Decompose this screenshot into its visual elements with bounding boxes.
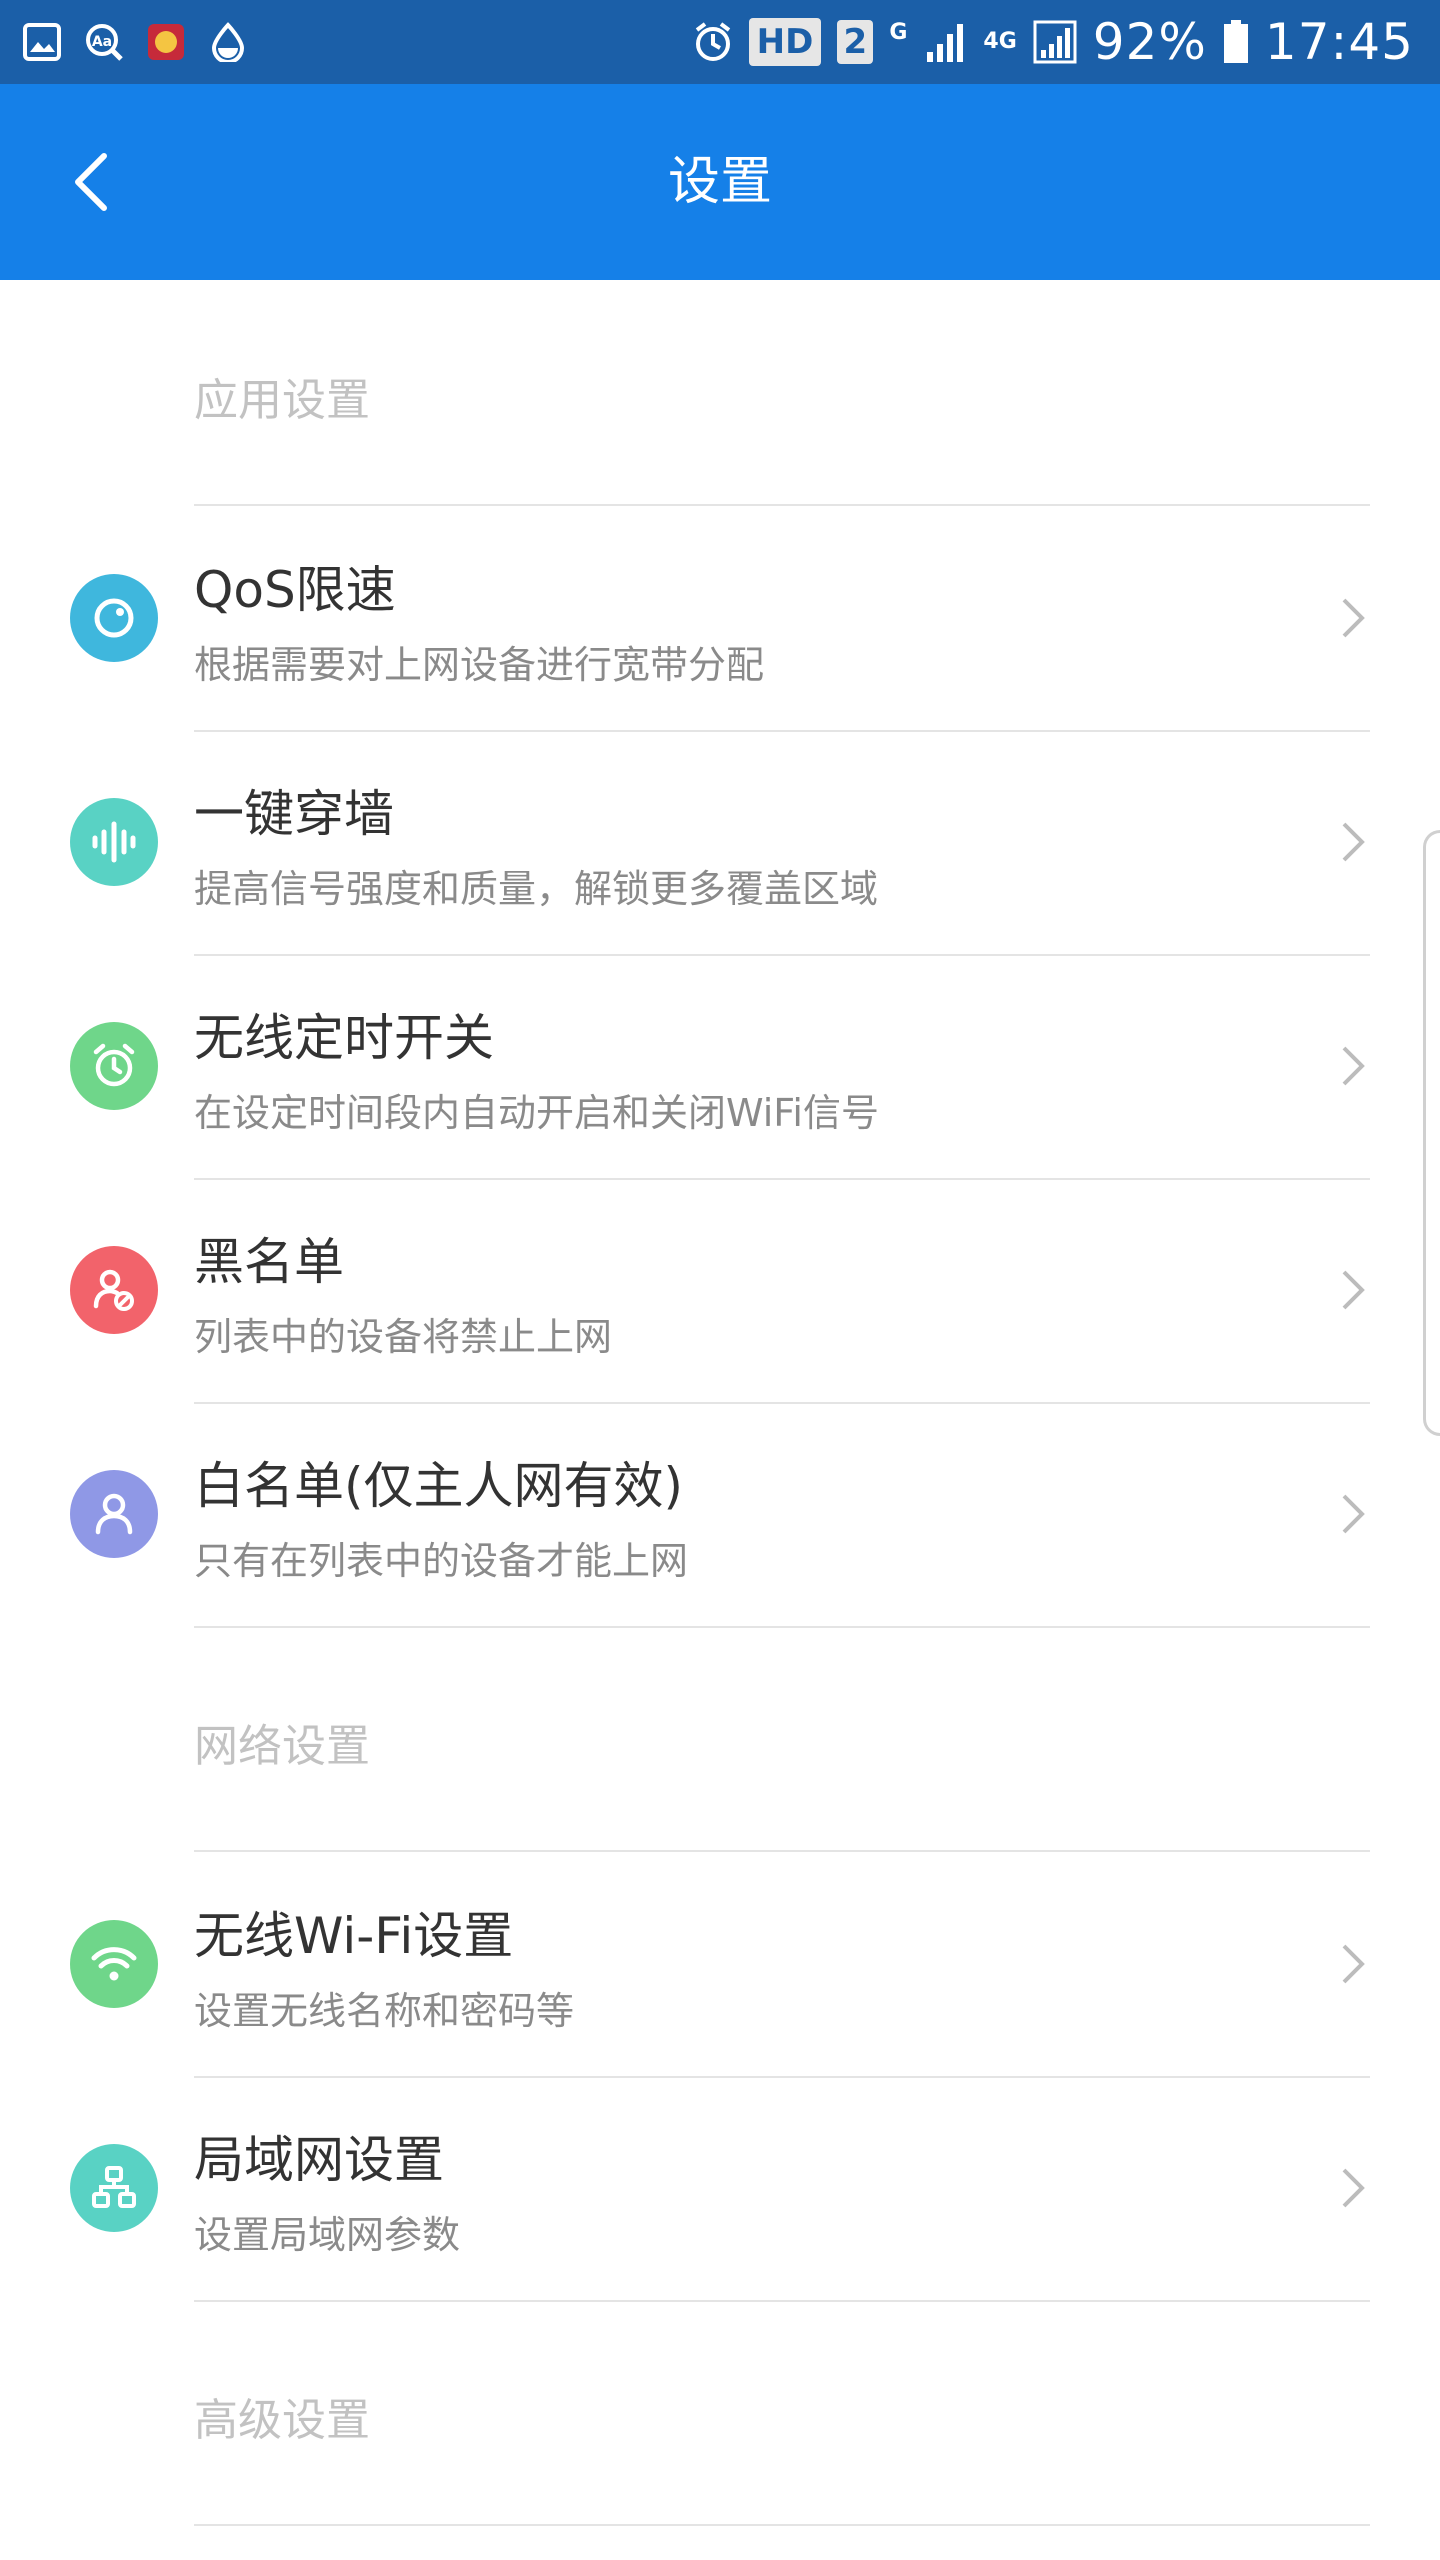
item-title: 局域网设置 bbox=[194, 2131, 444, 2189]
page-title: 设置 bbox=[667, 152, 772, 212]
battery-percent: 92% bbox=[1092, 13, 1207, 71]
chevron-right-icon bbox=[1342, 822, 1365, 862]
gallery-icon bbox=[23, 23, 61, 61]
item-subtitle: 根据需要对上网设备进行宽带分配 bbox=[194, 643, 765, 687]
edge-panel-handle[interactable] bbox=[1423, 830, 1440, 1436]
row-body: 局域网设置 设置局域网参数 bbox=[194, 2076, 1370, 2302]
section-header-label: 应用设置 bbox=[194, 375, 370, 426]
chevron-right-icon bbox=[1342, 1046, 1365, 1086]
settings-item-wall-penetration[interactable]: 一键穿墙 提高信号强度和质量，解锁更多覆盖区域 bbox=[0, 730, 1440, 956]
alarm-clock-icon bbox=[93, 1043, 135, 1087]
speed-dial-icon bbox=[94, 598, 134, 638]
sim-badge: 2 bbox=[837, 20, 874, 64]
item-subtitle: 列表中的设备将禁止上网 bbox=[194, 1315, 613, 1359]
qos-icon-circle bbox=[70, 574, 158, 662]
item-title: 无线Wi-Fi设置 bbox=[194, 1907, 514, 1965]
settings-item-whitelist[interactable]: 白名单(仅主人网有效) 只有在列表中的设备才能上网 bbox=[0, 1402, 1440, 1628]
signal-wave-icon bbox=[92, 821, 136, 863]
item-subtitle: 提高信号强度和质量，解锁更多覆盖区域 bbox=[194, 867, 879, 911]
item-title: QoS限速 bbox=[194, 561, 396, 619]
settings-item-blacklist[interactable]: 黑名单 列表中的设备将禁止上网 bbox=[0, 1178, 1440, 1404]
settings-list: 应用设置 QoS限速 根据需要对上网设备进行宽带分配 一键穿墙 提高信号强度和质… bbox=[0, 280, 1440, 2526]
row-body: 一键穿墙 提高信号强度和质量，解锁更多覆盖区域 bbox=[194, 730, 1370, 956]
status-right-icons: HD 2 G 4G 92% 17:45 bbox=[693, 10, 1414, 74]
network-type-label: 4G bbox=[983, 29, 1017, 54]
alarm-icon bbox=[695, 22, 730, 61]
chevron-right-icon bbox=[1342, 1494, 1365, 1534]
section-header-label: 网络设置 bbox=[194, 1721, 370, 1772]
status-left-icons: Aa bbox=[22, 14, 248, 70]
lan-icon-circle bbox=[70, 2144, 158, 2232]
section-header-network: 网络设置 bbox=[194, 1626, 1370, 1852]
signal-2-icon bbox=[1033, 20, 1077, 64]
aa-icon: Aa bbox=[86, 24, 123, 61]
section-header-advanced: 高级设置 bbox=[194, 2300, 1370, 2526]
user-block-icon bbox=[93, 1269, 134, 1311]
item-title: 白名单(仅主人网有效) bbox=[194, 1457, 684, 1515]
settings-item-wifi[interactable]: 无线Wi-Fi设置 设置无线名称和密码等 bbox=[0, 1852, 1440, 2078]
row-body: QoS限速 根据需要对上网设备进行宽带分配 bbox=[194, 506, 1370, 732]
battery-icon bbox=[1223, 20, 1248, 63]
blacklist-icon-circle bbox=[70, 1246, 158, 1334]
drop-icon bbox=[211, 22, 245, 62]
timer-icon-circle bbox=[70, 1022, 158, 1110]
item-subtitle: 在设定时间段内自动开启和关闭WiFi信号 bbox=[194, 1091, 879, 1135]
row-body: 白名单(仅主人网有效) 只有在列表中的设备才能上网 bbox=[194, 1402, 1370, 1628]
chevron-left-icon bbox=[75, 153, 107, 211]
wall-icon-circle bbox=[70, 798, 158, 886]
signal-icon bbox=[927, 24, 964, 62]
settings-item-qos[interactable]: QoS限速 根据需要对上网设备进行宽带分配 bbox=[0, 506, 1440, 732]
wifi-icon-circle bbox=[70, 1920, 158, 2008]
item-title: 无线定时开关 bbox=[194, 1009, 494, 1067]
chevron-right-icon bbox=[1342, 598, 1365, 638]
clock: 17:45 bbox=[1264, 13, 1414, 71]
app-bar: 设置 bbox=[0, 84, 1440, 280]
settings-item-wifi-timer[interactable]: 无线定时开关 在设定时间段内自动开启和关闭WiFi信号 bbox=[0, 954, 1440, 1180]
item-subtitle: 只有在列表中的设备才能上网 bbox=[194, 1539, 689, 1583]
svg-text:Aa: Aa bbox=[92, 34, 112, 50]
hd-badge: HD bbox=[748, 18, 822, 66]
chevron-right-icon bbox=[1342, 1270, 1365, 1310]
item-subtitle: 设置局域网参数 bbox=[194, 2213, 461, 2257]
section-header-app: 应用设置 bbox=[194, 280, 1370, 506]
back-button[interactable] bbox=[52, 140, 136, 224]
item-subtitle: 设置无线名称和密码等 bbox=[194, 1989, 575, 2033]
lan-icon bbox=[92, 2166, 136, 2208]
item-title: 一键穿墙 bbox=[194, 785, 394, 843]
app-badge-icon bbox=[148, 24, 184, 60]
user-icon bbox=[95, 1493, 133, 1535]
wifi-icon bbox=[91, 1947, 137, 1981]
status-bar: Aa HD 2 G 4G 92% 17:45 bbox=[0, 0, 1440, 84]
row-body: 无线Wi-Fi设置 设置无线名称和密码等 bbox=[194, 1852, 1370, 2078]
chevron-right-icon bbox=[1342, 2168, 1365, 2208]
g-label: G bbox=[889, 19, 908, 45]
row-body: 黑名单 列表中的设备将禁止上网 bbox=[194, 1178, 1370, 1404]
item-title: 黑名单 bbox=[194, 1233, 344, 1291]
settings-item-lan[interactable]: 局域网设置 设置局域网参数 bbox=[0, 2076, 1440, 2302]
chevron-right-icon bbox=[1342, 1944, 1365, 1984]
section-header-label: 高级设置 bbox=[194, 2395, 370, 2446]
row-body: 无线定时开关 在设定时间段内自动开启和关闭WiFi信号 bbox=[194, 954, 1370, 1180]
whitelist-icon-circle bbox=[70, 1470, 158, 1558]
